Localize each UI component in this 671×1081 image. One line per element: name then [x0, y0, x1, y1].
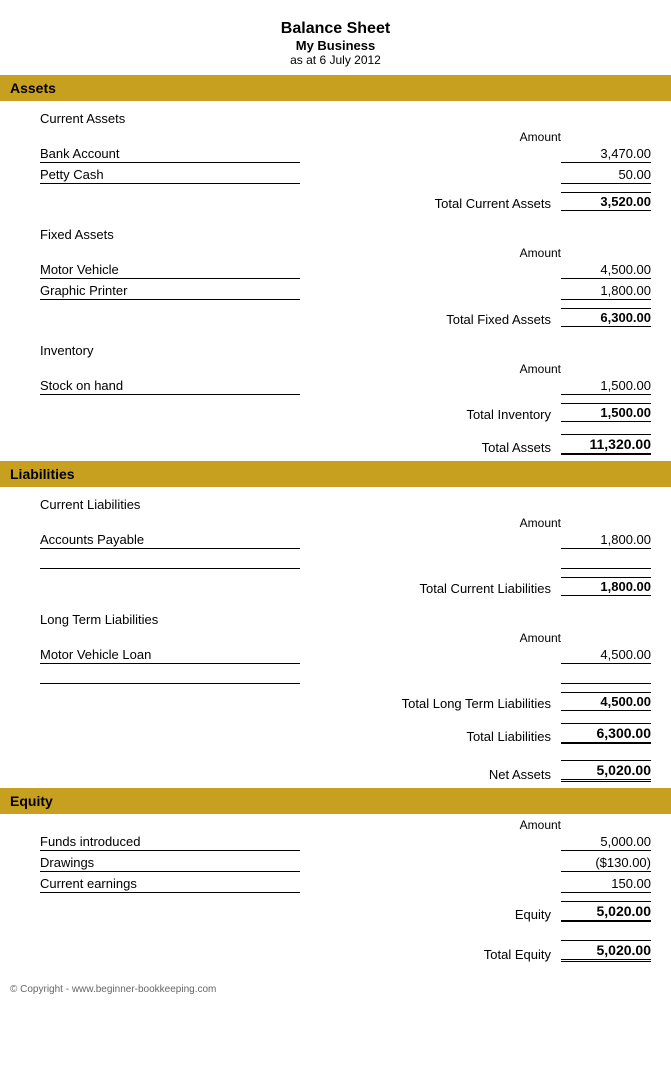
total-liabilities-label: Total Liabilities: [466, 729, 551, 744]
current-earnings-row: Current earnings 150.00: [10, 874, 661, 895]
stock-on-hand-label: Stock on hand: [40, 378, 300, 395]
report-title: Balance Sheet: [0, 20, 671, 38]
total-current-assets-amount: 3,520.00: [561, 192, 651, 211]
total-assets-amount: 11,320.00: [561, 434, 651, 455]
liabilities-section-header: Liabilities: [0, 461, 671, 487]
motor-vehicle-amount: 4,500.00: [561, 262, 651, 279]
equity-amount-header-row: Amount: [10, 814, 661, 832]
inventory-title: Inventory: [10, 333, 661, 358]
assets-section-header: Assets: [0, 75, 671, 101]
total-inventory-label: Total Inventory: [466, 407, 551, 422]
motor-vehicle-row: Motor Vehicle 4,500.00: [10, 260, 661, 281]
drawings-label: Drawings: [40, 855, 300, 872]
total-equity-amount: 5,020.00: [561, 940, 651, 962]
bank-account-row: Bank Account 3,470.00: [10, 144, 661, 165]
balance-sheet-page: Balance Sheet My Business as at 6 July 2…: [0, 0, 671, 1015]
total-current-assets-label: Total Current Assets: [435, 196, 551, 211]
accounts-payable-amount: 1,800.00: [561, 532, 651, 549]
net-assets-label: Net Assets: [489, 767, 551, 782]
empty-amount-1: [561, 553, 651, 569]
empty-label-1: [40, 553, 300, 569]
total-long-term-liabilities-label: Total Long Term Liabilities: [402, 696, 551, 711]
current-assets-amount-header-row: Amount: [10, 126, 661, 144]
current-liabilities-empty-row: [10, 551, 661, 571]
report-subtitle: My Business: [0, 38, 671, 53]
motor-vehicle-loan-row: Motor Vehicle Loan 4,500.00: [10, 645, 661, 666]
total-long-term-liabilities-row: Total Long Term Liabilities 4,500.00: [10, 686, 661, 717]
report-header: Balance Sheet My Business as at 6 July 2…: [0, 10, 671, 75]
total-liabilities-amount: 6,300.00: [561, 723, 651, 744]
equity-subtotal-row: Equity 5,020.00: [10, 895, 661, 928]
total-inventory-row: Total Inventory 1,500.00: [10, 397, 661, 428]
inventory-amount-header-row: Amount: [10, 358, 661, 376]
total-current-liabilities-amount: 1,800.00: [561, 577, 651, 596]
total-equity-row: Total Equity 5,020.00: [10, 934, 661, 968]
current-assets-amount-header: Amount: [471, 130, 561, 144]
assets-section-body: Current Assets Amount Bank Account 3,470…: [0, 101, 671, 461]
motor-vehicle-loan-label: Motor Vehicle Loan: [40, 647, 300, 664]
net-assets-row: Net Assets 5,020.00: [10, 754, 661, 788]
petty-cash-label: Petty Cash: [40, 167, 300, 184]
accounts-payable-row: Accounts Payable 1,800.00: [10, 530, 661, 551]
petty-cash-row: Petty Cash 50.00: [10, 165, 661, 186]
current-liabilities-title: Current Liabilities: [10, 487, 661, 512]
empty-label-2: [40, 668, 300, 684]
graphic-printer-amount: 1,800.00: [561, 283, 651, 300]
fixed-assets-amount-header-row: Amount: [10, 242, 661, 260]
bank-account-amount: 3,470.00: [561, 146, 651, 163]
long-term-liabilities-title: Long Term Liabilities: [10, 602, 661, 627]
current-liabilities-amount-header-row: Amount: [10, 512, 661, 530]
footer: © Copyright - www.beginner-bookkeeping.c…: [0, 974, 671, 995]
equity-section-body: Amount Funds introduced 5,000.00 Drawing…: [0, 814, 671, 974]
total-fixed-assets-label: Total Fixed Assets: [446, 312, 551, 327]
drawings-row: Drawings ($130.00): [10, 853, 661, 874]
long-term-liabilities-amount-header-row: Amount: [10, 627, 661, 645]
bank-account-label: Bank Account: [40, 146, 300, 163]
funds-introduced-amount: 5,000.00: [561, 834, 651, 851]
total-assets-label: Total Assets: [482, 440, 551, 455]
fixed-assets-amount-header: Amount: [471, 246, 561, 260]
funds-introduced-label: Funds introduced: [40, 834, 300, 851]
motor-vehicle-label: Motor Vehicle: [40, 262, 300, 279]
current-earnings-label: Current earnings: [40, 876, 300, 893]
long-term-liabilities-empty-row: [10, 666, 661, 686]
accounts-payable-label: Accounts Payable: [40, 532, 300, 549]
total-assets-row: Total Assets 11,320.00: [10, 428, 661, 461]
stock-on-hand-row: Stock on hand 1,500.00: [10, 376, 661, 397]
equity-subtotal-label: Equity: [515, 907, 551, 922]
total-equity-label: Total Equity: [484, 947, 551, 962]
graphic-printer-label: Graphic Printer: [40, 283, 300, 300]
equity-amount-header: Amount: [471, 818, 561, 832]
total-current-assets-row: Total Current Assets 3,520.00: [10, 186, 661, 217]
total-current-liabilities-row: Total Current Liabilities 1,800.00: [10, 571, 661, 602]
total-fixed-assets-amount: 6,300.00: [561, 308, 651, 327]
total-fixed-assets-row: Total Fixed Assets 6,300.00: [10, 302, 661, 333]
current-liabilities-amount-header: Amount: [471, 516, 561, 530]
motor-vehicle-loan-amount: 4,500.00: [561, 647, 651, 664]
petty-cash-amount: 50.00: [561, 167, 651, 184]
current-assets-title: Current Assets: [10, 101, 661, 126]
equity-subtotal-amount: 5,020.00: [561, 901, 651, 922]
stock-on-hand-amount: 1,500.00: [561, 378, 651, 395]
report-date: as at 6 July 2012: [0, 53, 671, 67]
long-term-liabilities-amount-header: Amount: [471, 631, 561, 645]
inventory-amount-header: Amount: [471, 362, 561, 376]
drawings-amount: ($130.00): [561, 855, 651, 872]
graphic-printer-row: Graphic Printer 1,800.00: [10, 281, 661, 302]
empty-amount-2: [561, 668, 651, 684]
total-long-term-liabilities-amount: 4,500.00: [561, 692, 651, 711]
net-assets-amount: 5,020.00: [561, 760, 651, 782]
total-inventory-amount: 1,500.00: [561, 403, 651, 422]
liabilities-section-body: Current Liabilities Amount Accounts Paya…: [0, 487, 671, 788]
copyright-text: © Copyright - www.beginner-bookkeeping.c…: [10, 984, 216, 995]
current-earnings-amount: 150.00: [561, 876, 651, 893]
total-current-liabilities-label: Total Current Liabilities: [419, 581, 551, 596]
fixed-assets-title: Fixed Assets: [10, 217, 661, 242]
equity-section-header: Equity: [0, 788, 671, 814]
funds-introduced-row: Funds introduced 5,000.00: [10, 832, 661, 853]
total-liabilities-row: Total Liabilities 6,300.00: [10, 717, 661, 750]
